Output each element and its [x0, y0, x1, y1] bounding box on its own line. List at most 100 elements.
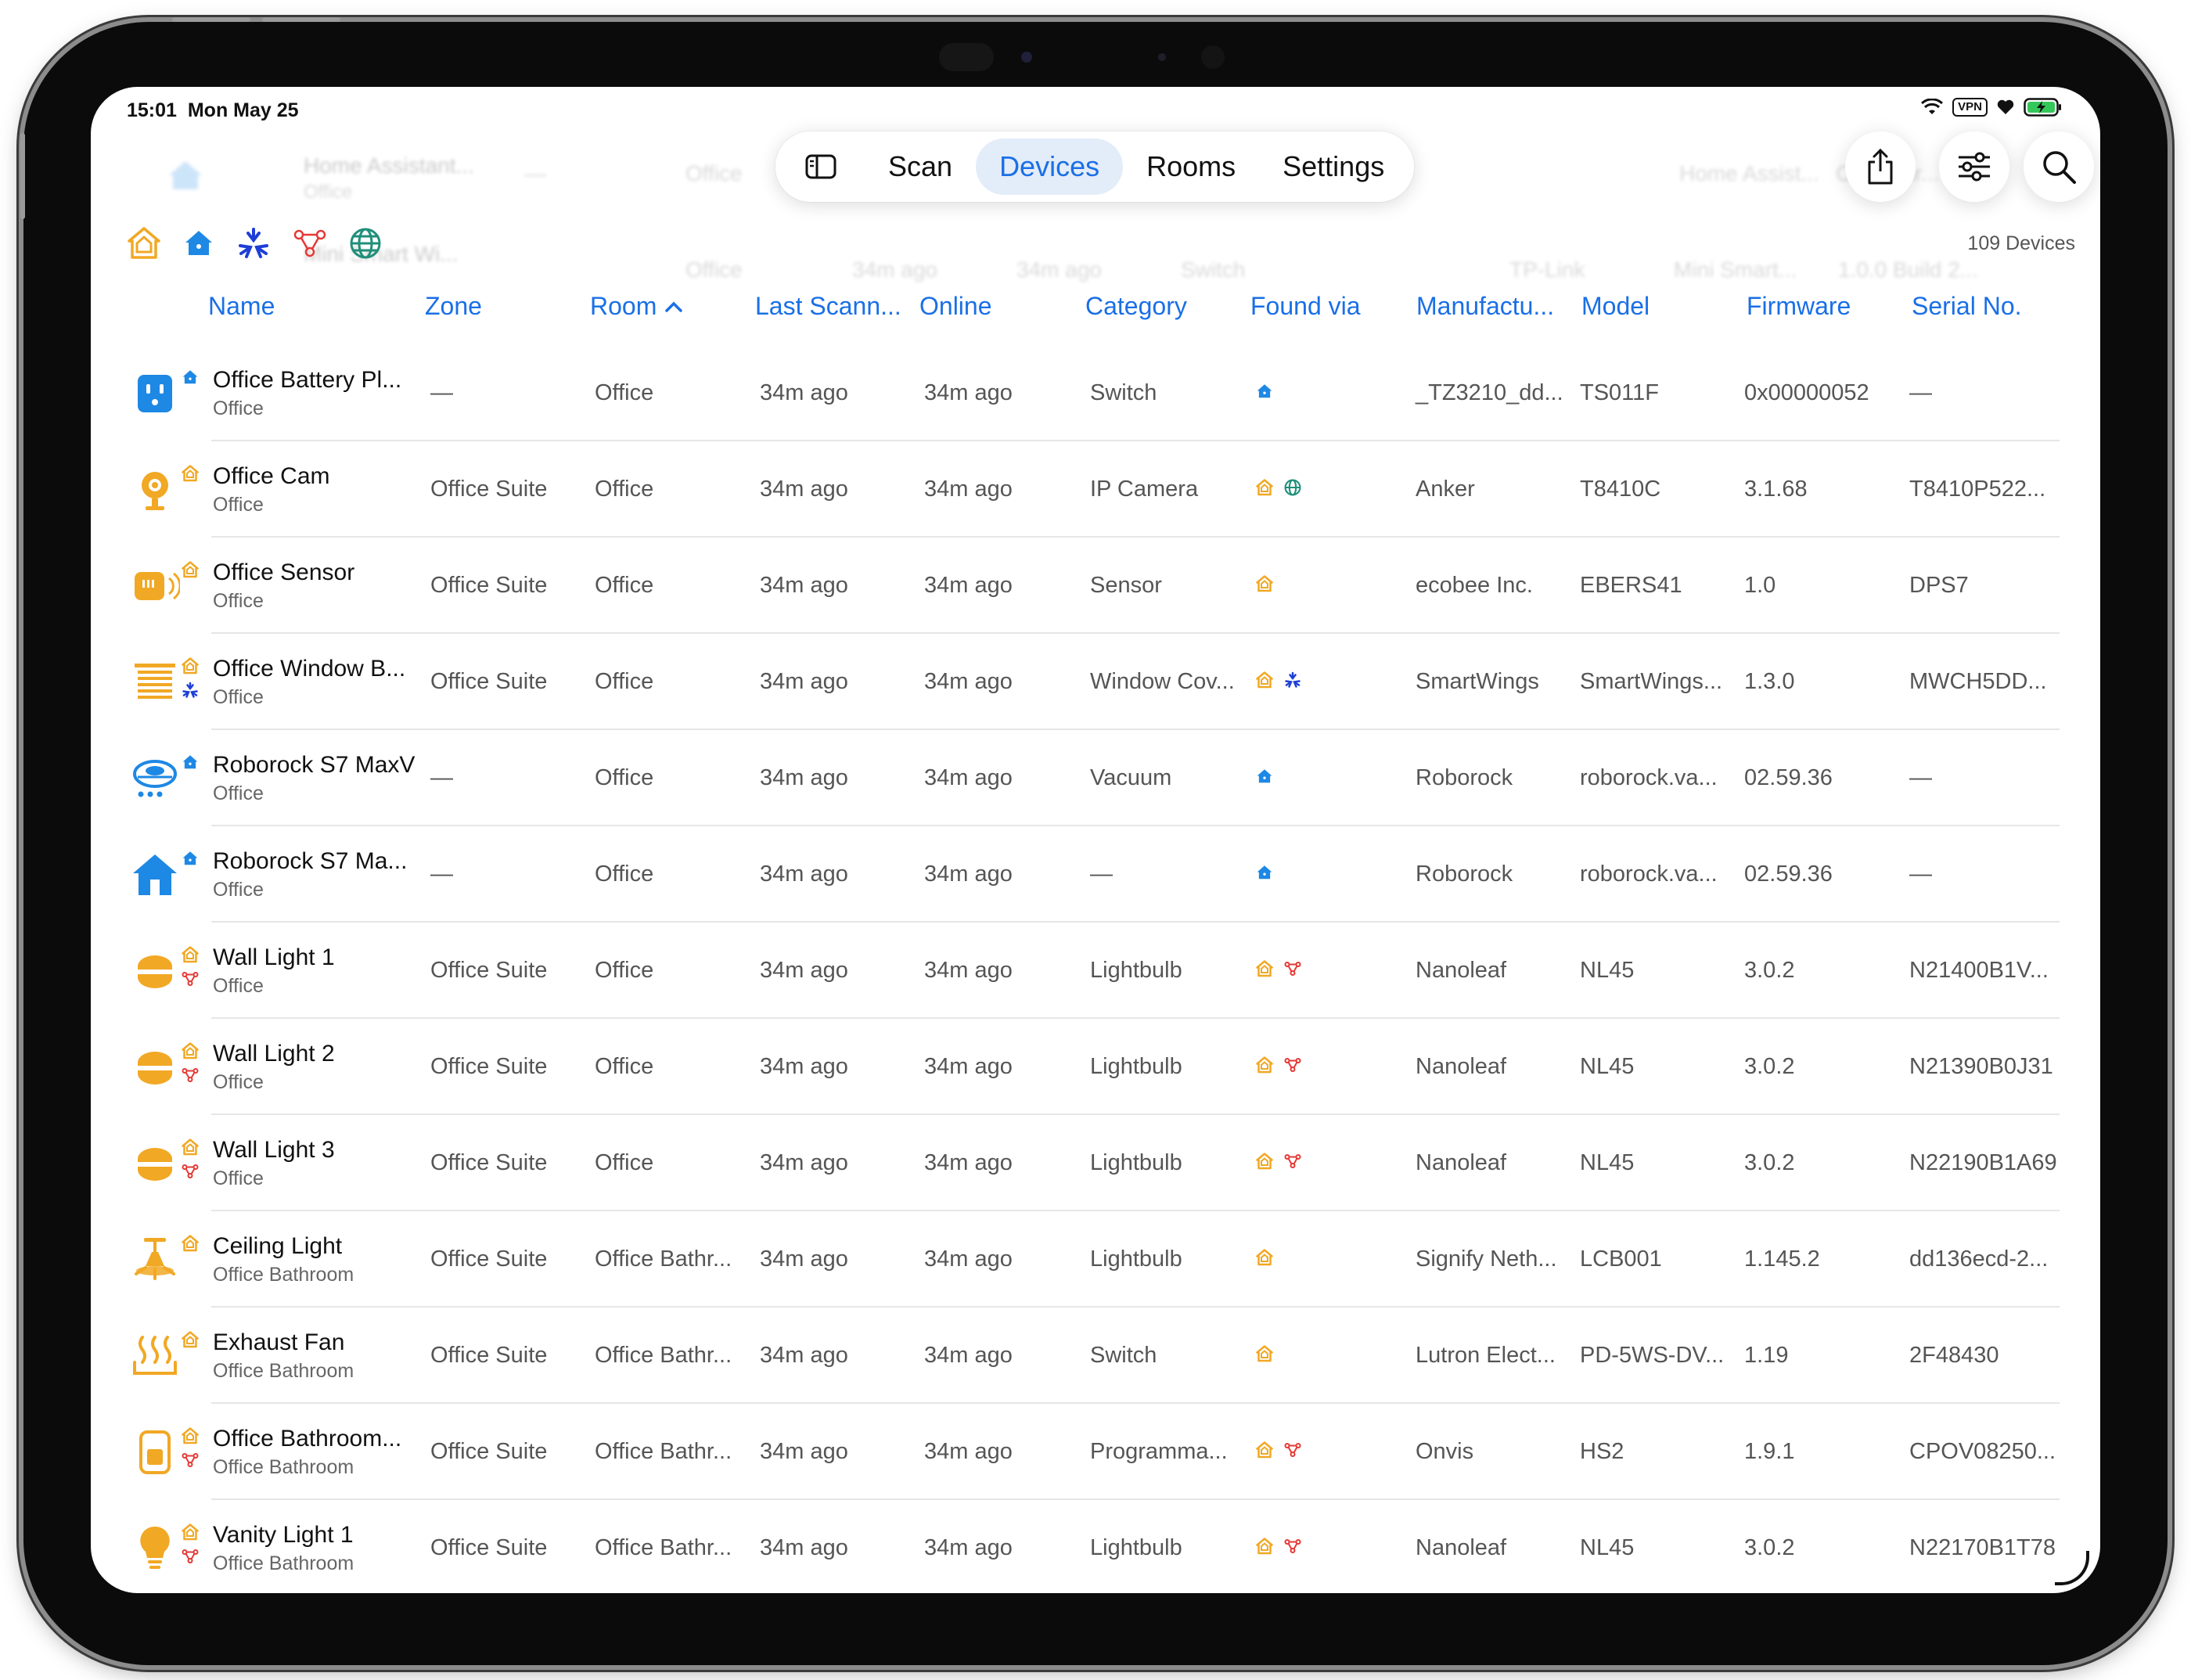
house-icon: [169, 161, 202, 189]
column-header-serial[interactable]: Serial No.: [1912, 292, 2022, 321]
sidebar-toggle-button[interactable]: [783, 139, 858, 195]
name-cell: Ceiling Light Office Bathroom: [213, 1211, 354, 1308]
room-cell: Office: [595, 380, 654, 405]
nanoleaf-icon: [1284, 1538, 1301, 1559]
homekit-icon: [1256, 1441, 1273, 1462]
nanoleaf-icon: [1284, 1441, 1301, 1462]
table-row[interactable]: Wall Light 2 Office Office Suite Office 34m …: [91, 1019, 2100, 1115]
column-header-category[interactable]: Category: [1085, 292, 1187, 321]
table-row[interactable]: Office Sensor Office Office Suite Office 34m…: [91, 538, 2100, 634]
share-button[interactable]: [1845, 131, 1916, 202]
name-cell: Office Battery Pl... Office: [213, 345, 401, 441]
web-icon[interactable]: [349, 227, 382, 260]
serial-cell: N22170B1T78: [1909, 1535, 2056, 1560]
last-scanned-cell: 34m ago: [760, 1343, 848, 1368]
source-badges: [182, 1042, 202, 1088]
table-row[interactable]: Roborock S7 Ma... Office — Office 34m ago 34m…: [91, 826, 2100, 923]
column-header-last-scanned[interactable]: Last Scann...: [755, 292, 901, 321]
table-row[interactable]: Office Cam Office Office Suite Office 34m ag…: [91, 441, 2100, 538]
heart-icon: [1997, 99, 2014, 114]
model-cell: NL45: [1580, 1150, 1635, 1175]
device-name: Wall Light 3: [213, 1136, 335, 1163]
battery-icon: [2024, 98, 2061, 117]
home-assistant-icon: [1256, 864, 1273, 885]
column-header-room[interactable]: Room: [590, 292, 683, 321]
table-row[interactable]: Vanity Light 1 Office Bathroom Office Suit…: [91, 1500, 2100, 1593]
zone-cell: —: [430, 380, 453, 405]
zone-cell: Office Suite: [430, 958, 548, 983]
name-cell: Exhaust Fan Office Bathroom: [213, 1308, 354, 1404]
firmware-cell: 02.59.36: [1744, 765, 1833, 790]
homekit-icon: [182, 657, 202, 678]
online-cell: 34m ago: [924, 1054, 1013, 1079]
table-row[interactable]: Roborock S7 MaxV Office — Office 34m ago 34m …: [91, 730, 2100, 826]
online-cell: 34m ago: [924, 1343, 1013, 1368]
manufacturer-cell: Onvis: [1416, 1439, 1474, 1464]
filter-button[interactable]: [1939, 131, 2009, 202]
table-row[interactable]: Office Battery Pl... Office — Office 34m ago…: [91, 345, 2100, 441]
manufacturer-cell: _TZ3210_dd...: [1416, 380, 1563, 405]
column-header-firmware[interactable]: Firmware: [1747, 292, 1851, 321]
homekit-icon: [1256, 575, 1273, 596]
device-room: Office: [213, 974, 264, 997]
serial-cell: dd136ecd-2...: [1909, 1247, 2049, 1272]
category-cell: Lightbulb: [1090, 958, 1182, 983]
model-cell: NL45: [1580, 958, 1635, 983]
model-cell: PD-5WS-DV...: [1580, 1343, 1725, 1368]
table-row[interactable]: Office Bathroom... Office Bathroom Office …: [91, 1404, 2100, 1500]
device-name: Wall Light 2: [213, 1040, 335, 1067]
category-cell: Vacuum: [1090, 765, 1172, 790]
bulb-icon: [130, 1524, 180, 1574]
nanoleaf-icon[interactable]: [293, 228, 327, 259]
column-header-zone[interactable]: Zone: [425, 292, 482, 321]
room-cell: Office: [595, 1054, 654, 1079]
camera-housing: [939, 43, 994, 71]
column-header-manufacturer[interactable]: Manufactu...: [1416, 292, 1554, 321]
matter-icon[interactable]: [236, 226, 271, 261]
tab-rooms[interactable]: Rooms: [1123, 139, 1259, 195]
device-name: Office Battery Pl...: [213, 366, 402, 393]
room-cell: Office Bathr...: [595, 1535, 732, 1560]
source-filter-bar: [127, 226, 382, 261]
table-row[interactable]: Exhaust Fan Office Bathroom Office Suite Of…: [91, 1308, 2100, 1404]
column-header-found-via[interactable]: Found via: [1250, 292, 1361, 321]
room-cell: Office: [595, 1150, 654, 1175]
firmware-cell: 1.19: [1744, 1343, 1789, 1368]
room-cell: Office Bathr...: [595, 1343, 732, 1368]
source-badges: [182, 946, 202, 991]
wall-light-icon: [130, 1139, 180, 1189]
column-header-model[interactable]: Model: [1581, 292, 1650, 321]
name-cell: Wall Light 2 Office: [213, 1019, 335, 1115]
homekit-icon: [182, 1042, 202, 1063]
online-cell: 34m ago: [924, 1535, 1013, 1560]
source-badges: [182, 1139, 202, 1184]
name-cell: Office Sensor Office: [213, 538, 354, 634]
column-header-name[interactable]: Name: [208, 292, 275, 321]
homekit-icon: [1256, 479, 1273, 500]
found-via-cell: [1256, 575, 1273, 596]
table-row[interactable]: Wall Light 3 Office Office Suite Office 34m …: [91, 1115, 2100, 1211]
zone-cell: Office Suite: [430, 1054, 548, 1079]
matter-icon: [1284, 671, 1301, 693]
home-assistant-icon[interactable]: [183, 228, 214, 259]
category-cell: Lightbulb: [1090, 1054, 1182, 1079]
sensor-dot-2: [1201, 45, 1225, 69]
device-name: Office Bathroom...: [213, 1425, 402, 1452]
room-cell: Office: [595, 573, 654, 598]
tab-scan[interactable]: Scan: [865, 139, 976, 195]
tab-devices[interactable]: Devices: [976, 139, 1124, 195]
table-row[interactable]: Ceiling Light Office Bathroom Office Suite…: [91, 1211, 2100, 1308]
homekit-icon[interactable]: [127, 226, 161, 261]
nanoleaf-icon: [1284, 960, 1301, 981]
column-header-online[interactable]: Online: [919, 292, 992, 321]
search-button[interactable]: [2024, 131, 2094, 202]
nanoleaf-icon: [182, 1548, 202, 1569]
serial-cell: DPS7: [1909, 573, 1969, 598]
room-cell: Office: [595, 477, 654, 502]
table-row[interactable]: Office Window B... Office Office Suite Offi…: [91, 634, 2100, 730]
tab-settings[interactable]: Settings: [1259, 139, 1408, 195]
firmware-cell: 0x00000052: [1744, 380, 1869, 405]
table-row[interactable]: Wall Light 1 Office Office Suite Office 34m …: [91, 923, 2100, 1019]
model-cell: EBERS41: [1580, 573, 1682, 598]
device-name: Office Sensor: [213, 559, 355, 585]
